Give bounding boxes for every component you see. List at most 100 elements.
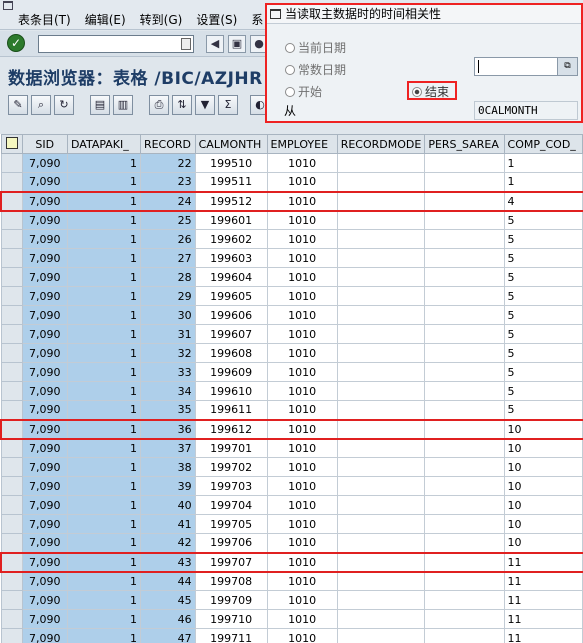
menu-goto[interactable]: 转到(G) [140,11,183,28]
table-row[interactable]: 7,090 1 47 199711 1010 11 [0,628,583,643]
row-selector[interactable] [0,324,23,344]
radio-end[interactable]: 结束 [412,83,449,100]
table-row[interactable]: 7,090 1 30 199606 1010 5 [0,305,583,325]
table-row[interactable]: 7,090 1 23 199511 1010 1 [0,172,583,192]
row-selector[interactable] [0,551,22,573]
row-selector[interactable] [0,609,23,629]
cell-record: 43 [139,551,196,573]
table-row[interactable]: 7,090 1 35 199611 1010 5 [0,400,583,420]
radio-constant-date[interactable]: 常数日期 [285,61,346,78]
table-row[interactable]: 7,090 1 31 199607 1010 5 [0,324,583,344]
row-selector[interactable] [0,190,22,212]
sort-icon[interactable]: ⇅ [172,95,192,115]
radio-circle-icon[interactable] [285,87,295,97]
value-help-icon[interactable]: ⧉ [557,58,577,75]
check-table-icon[interactable]: ▥ [113,95,133,115]
row-selector[interactable] [0,210,23,230]
table-row[interactable]: 7,090 1 38 199702 1010 10 [0,457,583,477]
row-selector[interactable] [0,418,22,440]
select-all-cell[interactable] [0,134,23,154]
col-header-sid[interactable]: SID [21,134,69,154]
col-header-calmonth[interactable]: CALMONTH [194,134,268,154]
table-row[interactable]: 7,090 1 45 199709 1010 11 [0,590,583,610]
window-menu-icon[interactable] [3,1,13,10]
table-row[interactable]: 7,090 1 33 199609 1010 5 [0,362,583,382]
cell-employee: 1010 [266,551,338,573]
row-selector[interactable] [0,229,23,249]
cell-pers-sarea [424,533,505,553]
table-row[interactable]: 7,090 1 25 199601 1010 5 [0,210,583,230]
command-field[interactable] [38,35,194,53]
row-selector[interactable] [0,343,23,363]
table-row[interactable]: 7,090 1 40 199704 1010 10 [0,495,583,515]
cell-sid: 7,090 [21,172,69,192]
row-selector[interactable] [0,438,23,458]
row-selector[interactable] [0,628,23,643]
row-selector[interactable] [0,514,23,534]
row-selector[interactable] [0,476,23,496]
row-selector[interactable] [0,362,23,382]
sum-icon[interactable]: Σ [218,95,238,115]
table-row[interactable]: 7,090 1 29 199605 1010 5 [0,286,583,306]
print-icon[interactable]: ⎙ [149,95,169,115]
row-selector[interactable] [0,533,23,553]
table-row[interactable]: 7,090 1 46 199710 1010 11 [0,609,583,629]
radio-start[interactable]: 开始 [285,83,322,100]
table-row[interactable]: 7,090 1 28 199604 1010 5 [0,267,583,287]
table-row[interactable]: 7,090 1 37 199701 1010 10 [0,438,583,458]
row-selector[interactable] [0,457,23,477]
command-history-dropdown-icon[interactable] [181,38,191,50]
table-row[interactable]: 7,090 1 36 199612 1010 10 [0,418,583,440]
table-row[interactable]: 7,090 1 24 199512 1010 4 [0,190,583,212]
save-icon[interactable]: ▣ [228,35,246,53]
cell-datapak: 1 [67,514,141,534]
table-row[interactable]: 7,090 1 44 199708 1010 11 [0,571,583,591]
filter-icon[interactable]: ▼ [195,95,215,115]
row-selector[interactable] [0,172,23,192]
table-row[interactable]: 7,090 1 26 199602 1010 5 [0,229,583,249]
display-icon[interactable]: ✎ [8,95,28,115]
back-arrow-icon[interactable]: ◀ [206,35,224,53]
radio-circle-icon[interactable] [285,65,295,75]
table-row[interactable]: 7,090 1 42 199706 1010 10 [0,533,583,553]
table-row[interactable]: 7,090 1 22 199510 1010 1 [0,153,583,173]
table-row[interactable]: 7,090 1 39 199703 1010 10 [0,476,583,496]
cell-recordmode [336,305,426,325]
row-selector[interactable] [0,590,23,610]
row-selector[interactable] [0,153,23,173]
table-row[interactable]: 7,090 1 41 199705 1010 10 [0,514,583,534]
refresh-icon[interactable]: ↻ [54,95,74,115]
row-selector[interactable] [0,305,23,325]
cell-pers-sarea [424,343,505,363]
row-selector[interactable] [0,381,23,401]
from-field[interactable]: 0CALMONTH [474,101,578,120]
row-selector[interactable] [0,571,23,591]
row-selector[interactable] [0,400,23,420]
col-header-comp-code[interactable]: COMP_COD_ [503,134,583,154]
table-row[interactable]: 7,090 1 32 199608 1010 5 [0,343,583,363]
menu-edit[interactable]: 编辑(E) [85,11,126,28]
table-row[interactable]: 7,090 1 34 199610 1010 5 [0,381,583,401]
menu-table-entry[interactable]: 表条目(T) [18,11,71,28]
details-icon[interactable]: ▤ [90,95,110,115]
col-header-employee[interactable]: EMPLOYEE [266,134,338,154]
col-header-record[interactable]: RECORD [139,134,196,154]
enter-check-icon[interactable]: ✓ [7,34,25,52]
radio-selected-icon[interactable] [412,87,422,97]
menu-settings[interactable]: 设置(S) [196,11,237,28]
select-all-icon[interactable] [5,136,18,149]
col-header-recordmode[interactable]: RECORDMODE [336,134,426,154]
row-selector[interactable] [0,495,23,515]
table-row[interactable]: 7,090 1 43 199707 1010 11 [0,551,583,573]
constant-date-input[interactable]: ⧉ [474,57,578,76]
find-icon[interactable]: ⌕ [31,95,51,115]
table-row[interactable]: 7,090 1 27 199603 1010 5 [0,248,583,268]
radio-current-date[interactable]: 当前日期 [285,39,346,56]
col-header-datapaki[interactable]: DATAPAKI_ [67,134,141,154]
menu-system[interactable]: 系 [251,11,263,28]
col-header-pers-sarea[interactable]: PERS_SAREA [424,134,505,154]
row-selector[interactable] [0,248,23,268]
row-selector[interactable] [0,267,23,287]
row-selector[interactable] [0,286,23,306]
radio-circle-icon[interactable] [285,43,295,53]
